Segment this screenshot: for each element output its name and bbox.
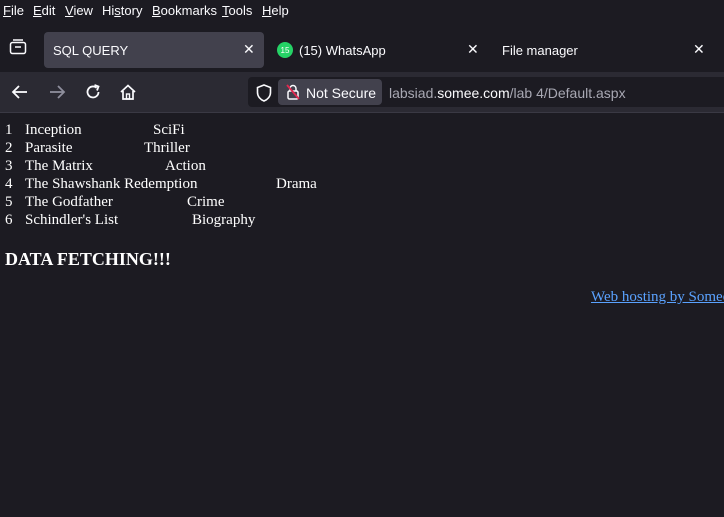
- menu-bookmarks[interactable]: Bookmarks: [152, 3, 217, 18]
- movie-id: 2: [5, 140, 13, 156]
- movie-id: 3: [5, 158, 13, 174]
- tab-strip: SQL QUERY ✕ 15 (15) WhatsApp ✕ File mana…: [0, 22, 724, 72]
- movie-id: 1: [5, 122, 13, 138]
- address-bar[interactable]: Not Secure labsiad.somee.com/lab 4/Defau…: [248, 77, 724, 107]
- movie-title: The Shawshank Redemption: [25, 176, 198, 192]
- home-button[interactable]: [116, 80, 140, 104]
- movie-genre: Crime: [187, 194, 225, 210]
- tab-overview-icon: [9, 39, 27, 55]
- movie-title: The Godfather: [25, 194, 113, 210]
- tab-file-manager[interactable]: File manager ✕: [495, 32, 720, 68]
- movie-title: Inception: [25, 122, 82, 138]
- reload-button[interactable]: [81, 80, 105, 104]
- tab-sql-query[interactable]: SQL QUERY ✕: [44, 32, 264, 68]
- back-arrow-icon: [11, 85, 27, 99]
- close-icon[interactable]: ✕: [243, 41, 255, 57]
- web-hosting-link[interactable]: Web hosting by Somee.com: [591, 289, 724, 306]
- movie-genre: SciFi: [153, 122, 185, 138]
- page-content: 1 Inception SciFi 2 Parasite Thriller 3 …: [0, 113, 724, 517]
- whatsapp-icon: 15: [277, 42, 293, 58]
- movie-id: 5: [5, 194, 13, 210]
- movie-id: 4: [5, 176, 13, 192]
- site-security-button[interactable]: Not Secure: [278, 79, 382, 105]
- tab-label: SQL QUERY: [53, 43, 129, 58]
- navigation-bar: Not Secure labsiad.somee.com/lab 4/Defau…: [0, 72, 724, 112]
- movie-id: 6: [5, 212, 13, 228]
- movie-title: The Matrix: [25, 158, 93, 174]
- close-icon[interactable]: ✕: [693, 41, 705, 57]
- menu-bar: File Edit View History Bookmarks Tools H…: [0, 0, 724, 22]
- whatsapp-badge: 15: [281, 46, 290, 55]
- movie-genre: Thriller: [144, 140, 190, 156]
- menu-help[interactable]: Help: [262, 3, 289, 18]
- movie-genre: Action: [165, 158, 206, 174]
- menu-history[interactable]: History: [102, 3, 142, 18]
- tab-label: (15) WhatsApp: [299, 43, 386, 58]
- tab-whatsapp[interactable]: 15 (15) WhatsApp ✕: [270, 32, 490, 68]
- movie-title: Parasite: [25, 140, 73, 156]
- menu-tools[interactable]: Tools: [222, 3, 252, 18]
- close-icon[interactable]: ✕: [467, 41, 479, 57]
- movie-title: Schindler's List: [25, 212, 119, 228]
- reload-icon: [86, 84, 100, 99]
- home-icon: [120, 84, 136, 100]
- movie-genre: Drama: [276, 176, 317, 192]
- movie-genre: Biography: [192, 212, 256, 228]
- tracking-protection-shield-icon[interactable]: [256, 84, 272, 102]
- url-text[interactable]: labsiad.somee.com/lab 4/Default.aspx: [389, 85, 626, 101]
- insecure-lock-icon: [286, 84, 300, 100]
- menu-file[interactable]: File: [3, 3, 24, 18]
- menu-view[interactable]: View: [65, 3, 93, 18]
- back-button[interactable]: [8, 80, 32, 104]
- tab-overview-button[interactable]: [3, 32, 33, 62]
- forward-button[interactable]: [45, 80, 69, 104]
- tab-label: File manager: [502, 43, 578, 58]
- forward-arrow-icon: [50, 85, 66, 99]
- menu-edit[interactable]: Edit: [33, 3, 55, 18]
- not-secure-label: Not Secure: [306, 85, 377, 101]
- page-heading: DATA FETCHING!!!: [5, 249, 171, 269]
